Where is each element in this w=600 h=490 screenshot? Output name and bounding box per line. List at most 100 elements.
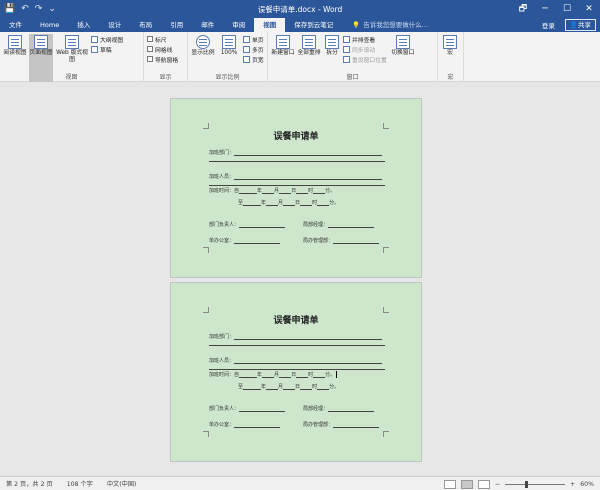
tab-cloud-notes[interactable]: 保存到云笔记 bbox=[285, 18, 342, 32]
status-bar: 第 2 页，共 2 页 108 个字 中文(中国) − + 60% bbox=[0, 476, 600, 490]
nav-pane-check-icon bbox=[147, 56, 153, 62]
document-page-2[interactable]: 误餐申请单 加班部门： 加班人员： 加班时间：自年月日时分。 至年月日时分。 部… bbox=[170, 282, 422, 462]
underline bbox=[266, 200, 279, 206]
read-mode-status-button[interactable] bbox=[443, 479, 456, 489]
underline bbox=[239, 406, 286, 412]
page-count[interactable]: 第 2 页，共 2 页 bbox=[0, 479, 53, 488]
tell-me-box[interactable]: 💡 告诉我您想要做什么... bbox=[352, 18, 428, 32]
tab-mailings[interactable]: 邮件 bbox=[192, 18, 223, 32]
underline bbox=[333, 422, 380, 428]
zoom-level[interactable]: 60% bbox=[580, 481, 594, 488]
document-page-1[interactable]: 误餐申请单 加班部门： 加班人员： 加班时间：自年月日时分。 至年月日时分。 部… bbox=[170, 98, 422, 278]
time-label: 加班时间： bbox=[209, 372, 235, 378]
nav-pane-checkbox[interactable]: 导航窗格 bbox=[147, 55, 178, 64]
tab-layout[interactable]: 布局 bbox=[130, 18, 161, 32]
group-views: 阅读视图 页面视图 Web 版式视图 大纲视图 草稿 视图 bbox=[0, 32, 144, 82]
arrange-all-label: 全部重排 bbox=[297, 50, 321, 56]
word-count[interactable]: 108 个字 bbox=[53, 479, 93, 488]
manager-label: 局办管理部： bbox=[303, 422, 334, 428]
underline bbox=[209, 185, 385, 186]
underline bbox=[279, 188, 292, 194]
time-label: 加班时间： bbox=[209, 188, 235, 194]
print-layout-label: 页面视图 bbox=[29, 50, 53, 56]
manager-field: 局办管理部： bbox=[303, 237, 380, 244]
language-indicator[interactable]: 中文(中国) bbox=[93, 479, 137, 488]
side-by-side-icon bbox=[343, 35, 350, 43]
office-field: 单办公室： bbox=[209, 421, 281, 428]
document-area[interactable]: 误餐申请单 加班部门： 加班人员： 加班时间：自年月日时分。 至年月日时分。 部… bbox=[0, 82, 600, 476]
reset-window-button[interactable]: 重设窗口位置 bbox=[343, 55, 387, 64]
finance-field: 局部经理： bbox=[303, 405, 375, 412]
gridlines-checkbox[interactable]: 网格线 bbox=[147, 45, 178, 54]
vertical-scrollbar[interactable] bbox=[592, 82, 600, 476]
book-icon bbox=[8, 35, 22, 49]
dept-head-field: 部门负责人： bbox=[209, 221, 286, 228]
manager-label: 局办管理部： bbox=[303, 238, 334, 244]
save-icon[interactable]: 💾 bbox=[4, 4, 15, 14]
tab-review[interactable]: 审阅 bbox=[223, 18, 254, 32]
tab-insert[interactable]: 插入 bbox=[68, 18, 99, 32]
zoom-slider[interactable] bbox=[505, 480, 566, 488]
underline bbox=[283, 200, 296, 206]
office-label: 单办公室： bbox=[209, 238, 235, 244]
zoom-slider-handle[interactable] bbox=[525, 480, 529, 488]
ribbon-display-icon[interactable]: 🗗 bbox=[512, 0, 534, 18]
login-button[interactable]: 登录 bbox=[542, 20, 555, 30]
ruler-label: 标尺 bbox=[155, 37, 167, 44]
undo-icon[interactable]: ↶ bbox=[21, 4, 29, 14]
tab-view[interactable]: 视图 bbox=[254, 18, 286, 32]
minute-label: 分。 bbox=[329, 384, 340, 390]
web-layout-status-button[interactable] bbox=[477, 479, 490, 489]
zoom-in-icon[interactable]: + bbox=[570, 481, 575, 488]
minute-label: 分。 bbox=[329, 200, 340, 206]
close-button[interactable]: ✕ bbox=[578, 0, 600, 18]
ruler-checkbox[interactable]: 标尺 bbox=[147, 35, 178, 44]
sync-scroll-button[interactable]: 同步滚动 bbox=[343, 45, 387, 54]
draft-icon bbox=[91, 45, 98, 53]
title-bar: 💾 ↶ ↷ ⌄ 误餐申请单.docx - Word 🗗 ─ ☐ ✕ bbox=[0, 0, 600, 18]
underline bbox=[262, 372, 275, 378]
new-window-icon bbox=[276, 35, 290, 49]
page-width-button[interactable]: 页宽 bbox=[243, 55, 264, 64]
status-right: − + 60% bbox=[443, 477, 594, 490]
ribbon-tabs: 文件 Home 插入 设计 布局 引用 邮件 审阅 视图 保存到云笔记 💡 告诉… bbox=[0, 18, 600, 32]
corner-mark bbox=[203, 431, 209, 437]
tab-home[interactable]: Home bbox=[31, 18, 68, 32]
dept-label: 加班部门： bbox=[209, 150, 235, 156]
macros-label: 宏 bbox=[447, 50, 453, 56]
print-layout-status-button[interactable] bbox=[460, 479, 473, 489]
staff-field: 加班人员： bbox=[209, 357, 383, 364]
dept-head-label: 部门负责人： bbox=[209, 406, 240, 412]
share-button[interactable]: 👤共享 bbox=[564, 19, 596, 31]
underline bbox=[317, 200, 330, 206]
minimize-button[interactable]: ─ bbox=[534, 0, 556, 18]
underline bbox=[243, 384, 262, 390]
side-by-side-button[interactable]: 并排查看 bbox=[343, 35, 387, 44]
customize-qat-icon[interactable]: ⌄ bbox=[48, 4, 56, 14]
macro-icon bbox=[443, 35, 457, 49]
group-show: 标尺 网格线 导航窗格 显示 bbox=[144, 32, 188, 82]
outline-icon bbox=[91, 35, 98, 43]
window-title: 误餐申请单.docx - Word bbox=[257, 5, 343, 14]
draft-button[interactable]: 草稿 bbox=[91, 45, 123, 54]
one-page-button[interactable]: 单页 bbox=[243, 35, 264, 44]
underline bbox=[209, 345, 385, 346]
outline-label: 大纲视图 bbox=[100, 37, 124, 44]
tab-design[interactable]: 设计 bbox=[99, 18, 130, 32]
reset-window-label: 重设窗口位置 bbox=[352, 57, 387, 64]
switch-window-label: 切换窗口 bbox=[391, 50, 415, 56]
dept-field: 加班部门： bbox=[209, 333, 383, 340]
zoom-out-icon[interactable]: − bbox=[495, 481, 500, 488]
redo-icon[interactable]: ↷ bbox=[35, 4, 43, 14]
multi-page-button[interactable]: 多页 bbox=[243, 45, 264, 54]
doc-title: 误餐申请单 bbox=[273, 132, 319, 142]
underline bbox=[266, 384, 279, 390]
underline bbox=[317, 384, 330, 390]
tab-references[interactable]: 引用 bbox=[161, 18, 192, 32]
outline-button[interactable]: 大纲视图 bbox=[91, 35, 124, 44]
web-layout-label: Web 版式视图 bbox=[56, 50, 88, 63]
underline bbox=[234, 422, 281, 428]
maximize-button[interactable]: ☐ bbox=[556, 0, 578, 18]
tab-file[interactable]: 文件 bbox=[0, 18, 31, 32]
staff-field: 加班人员： bbox=[209, 173, 383, 180]
